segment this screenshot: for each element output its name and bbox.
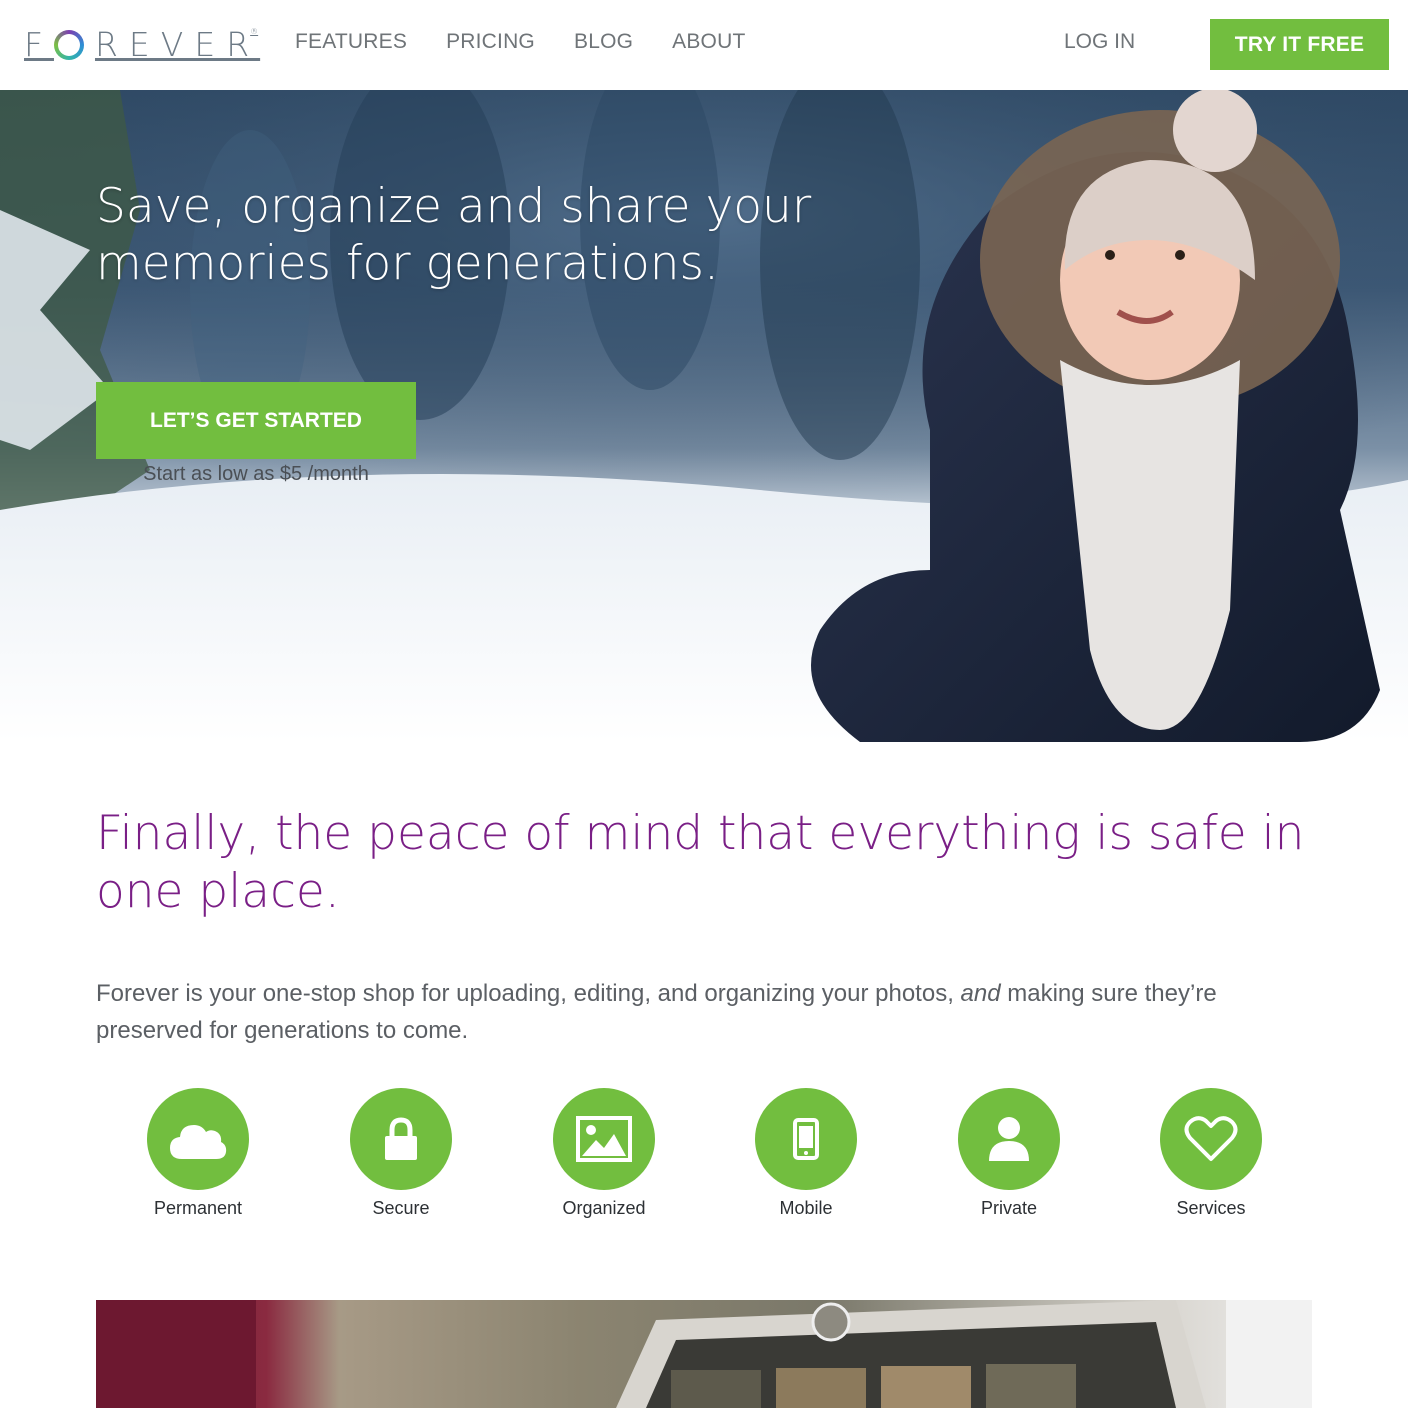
feature-label: Mobile (779, 1198, 833, 1218)
main-nav: FEATURES PRICING BLOG ABOUT (295, 30, 745, 54)
logo-ring-icon (54, 30, 84, 60)
feature-mobile-badge (755, 1088, 857, 1190)
hero-title: Save, organize and share your memories f… (96, 179, 812, 291)
feature-label: Services (1176, 1198, 1246, 1218)
user-icon (989, 1117, 1029, 1161)
pricing-note: Start as low as $5 /month (143, 463, 369, 485)
hero-section: Save, organize and share your memories f… (0, 90, 1408, 742)
feature-permanent[interactable]: Permanent (118, 1088, 278, 1219)
feature-private-badge (958, 1088, 1060, 1190)
logo-letter-f: F (24, 24, 54, 64)
nav-blog[interactable]: BLOG (574, 30, 633, 54)
feature-label: Organized (562, 1198, 646, 1218)
photo-icon (576, 1116, 632, 1162)
registered-mark: ® (250, 26, 259, 36)
nav-about[interactable]: ABOUT (672, 30, 745, 54)
feature-secure-badge (350, 1088, 452, 1190)
feature-private[interactable]: Private (929, 1088, 1089, 1219)
feature-label: Private (980, 1198, 1038, 1218)
feature-label: Permanent (153, 1198, 243, 1218)
phone-icon (793, 1118, 819, 1160)
intro-description: Forever is your one-stop shop for upload… (96, 975, 1316, 1049)
intro-desc-part1: Forever is your one-stop shop for upload… (96, 980, 954, 1007)
feature-mobile[interactable]: Mobile (726, 1088, 886, 1219)
site-header: F REVER ® FEATURES PRICING BLOG ABOUT LOG … (0, 0, 1408, 90)
intro-desc-emphasis: and (960, 980, 1001, 1007)
feature-organized-badge (553, 1088, 655, 1190)
intro-headline: Finally, the peace of mind that everythi… (96, 806, 1305, 919)
feature-services-badge (1160, 1088, 1262, 1190)
try-it-free-button[interactable]: TRY IT FREE (1210, 19, 1389, 70)
cloud-icon (170, 1125, 227, 1159)
tablet-photo-image (96, 1300, 1312, 1408)
nav-pricing[interactable]: PRICING (446, 30, 535, 54)
feature-secure[interactable]: Secure (321, 1088, 481, 1219)
feature-label: Secure (372, 1198, 430, 1218)
logo-letters-rest: REVER (94, 24, 261, 64)
lets-get-started-button[interactable]: LET’S GET STARTED (96, 382, 416, 459)
login-link[interactable]: LOG IN (1064, 30, 1135, 54)
feature-permanent-badge (147, 1088, 249, 1190)
forever-logo[interactable]: F REVER ® (24, 22, 268, 66)
heart-icon (1184, 1116, 1238, 1161)
lock-icon (385, 1117, 417, 1160)
feature-organized[interactable]: Organized (524, 1088, 684, 1219)
feature-services[interactable]: Services (1131, 1088, 1291, 1219)
tablet-photo (96, 1300, 1312, 1408)
nav-features[interactable]: FEATURES (295, 30, 407, 54)
feature-list: Permanent Secure Organized Mobile Privat… (96, 1088, 1316, 1228)
